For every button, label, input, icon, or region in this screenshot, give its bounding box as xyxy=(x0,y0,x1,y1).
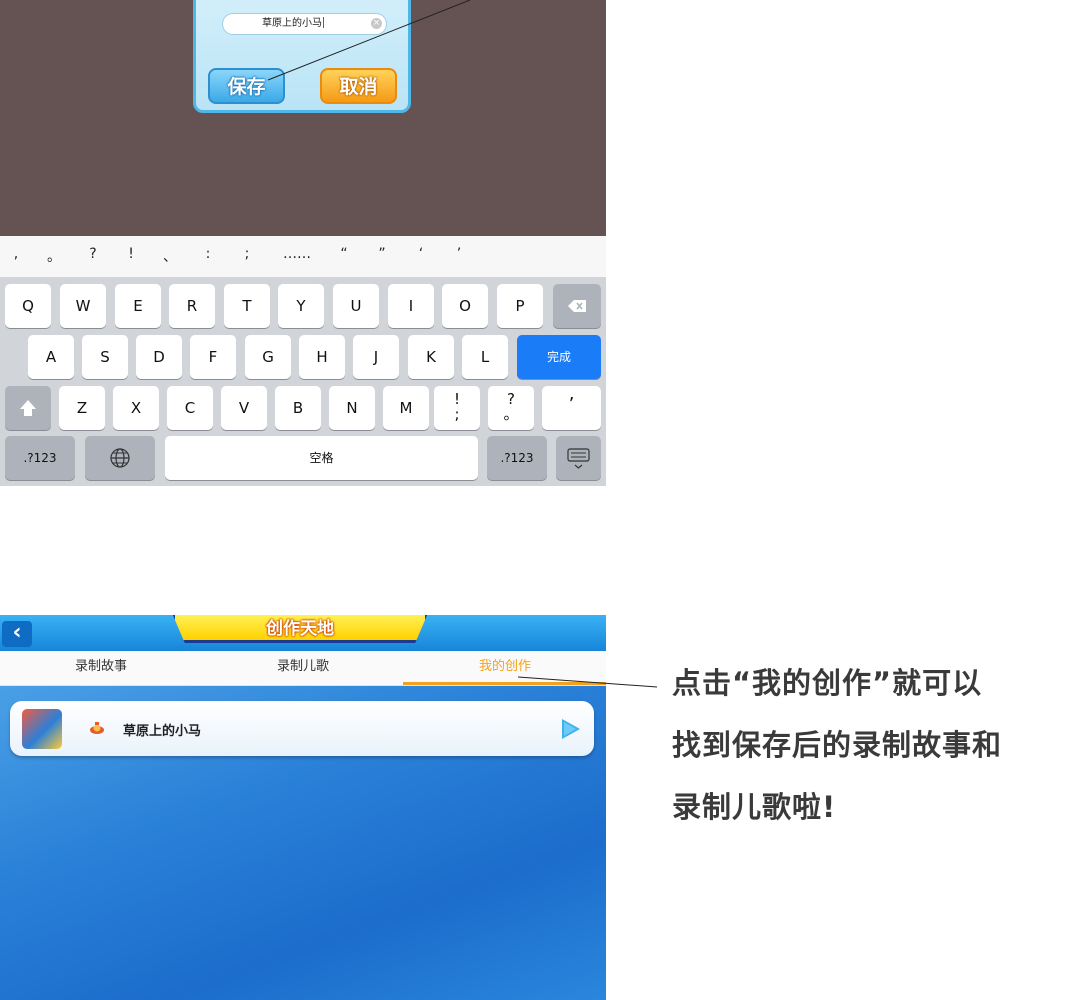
punctuation-bar: , 。 ? ! 、 : ; …… “ ” ‘ ’ xyxy=(0,236,606,277)
story-thumbnail xyxy=(22,709,62,749)
key-t[interactable]: T xyxy=(224,284,270,328)
backspace-key[interactable] xyxy=(553,284,601,328)
key-z[interactable]: Z xyxy=(59,386,105,430)
key-l[interactable]: L xyxy=(462,335,508,379)
punct-key[interactable]: , xyxy=(6,246,26,262)
caption-line-2: 找到保存后的录制故事和 xyxy=(672,728,1003,762)
key-question-period[interactable]: ? 。 xyxy=(488,386,534,430)
punct-key[interactable]: …… xyxy=(280,246,314,262)
key-i[interactable]: I xyxy=(388,284,434,328)
key-b[interactable]: B xyxy=(275,386,321,430)
globe-icon xyxy=(110,448,130,468)
list-item[interactable]: 草原上的小马 xyxy=(10,701,594,756)
key-p[interactable]: P xyxy=(497,284,543,328)
done-key[interactable]: 完成 xyxy=(517,335,601,379)
punct-key[interactable]: ? xyxy=(83,246,103,262)
list-item-title: 草原上的小马 xyxy=(123,724,202,739)
caption-line-3: 录制儿歌啦! xyxy=(672,790,837,824)
key-d[interactable]: D xyxy=(136,335,182,379)
punct-key[interactable]: ‘ xyxy=(411,246,431,262)
key-f[interactable]: F xyxy=(190,335,236,379)
key-o[interactable]: O xyxy=(442,284,488,328)
key-x[interactable]: X xyxy=(113,386,159,430)
shift-key[interactable] xyxy=(5,386,51,430)
hide-keyboard-key[interactable] xyxy=(556,436,601,480)
key-apostrophe[interactable]: ’ xyxy=(542,386,601,430)
hide-keyboard-icon xyxy=(567,448,590,469)
punct-key[interactable]: “ xyxy=(334,246,354,262)
key-y[interactable]: Y xyxy=(278,284,324,328)
punct-key[interactable]: 。 xyxy=(44,246,64,266)
punct-key[interactable]: ; xyxy=(237,246,257,262)
key-c[interactable]: C xyxy=(167,386,213,430)
key-g[interactable]: G xyxy=(245,335,291,379)
numbers-key[interactable]: .?123 xyxy=(5,436,75,480)
punct-key[interactable]: : xyxy=(198,246,218,262)
annotation-line-save xyxy=(267,0,471,81)
key-u[interactable]: U xyxy=(333,284,379,328)
play-icon[interactable] xyxy=(558,717,582,741)
key-q[interactable]: Q xyxy=(5,284,51,328)
key-exclaim-semicolon[interactable]: ! ; xyxy=(434,386,480,430)
key-e[interactable]: E xyxy=(115,284,161,328)
punct-key[interactable]: ’ xyxy=(449,246,469,262)
back-button[interactable]: ‹ xyxy=(2,621,32,647)
key-w[interactable]: W xyxy=(60,284,106,328)
key-r[interactable]: R xyxy=(169,284,215,328)
key-s[interactable]: S xyxy=(82,335,128,379)
punct-key[interactable]: 、 xyxy=(160,246,180,266)
page-title: 创作天地 xyxy=(266,619,334,639)
punct-key[interactable]: ” xyxy=(372,246,392,262)
shift-icon xyxy=(20,400,36,416)
key-n[interactable]: N xyxy=(329,386,375,430)
punct-key[interactable]: ! xyxy=(121,246,141,262)
space-key[interactable]: 空格 xyxy=(165,436,478,480)
key-v[interactable]: V xyxy=(221,386,267,430)
creations-list: 草原上的小马 xyxy=(0,686,606,1000)
key-k[interactable]: K xyxy=(408,335,454,379)
backspace-icon xyxy=(568,300,586,312)
chevron-left-icon: ‹ xyxy=(12,620,22,645)
caption-line-1: 点击“我的创作”就可以 xyxy=(672,666,983,700)
key-m[interactable]: M xyxy=(383,386,429,430)
keyboard: Q W E R T Y U I O P A S D F G H J K L 完成 xyxy=(0,277,606,486)
globe-key[interactable] xyxy=(85,436,155,480)
key-j[interactable]: J xyxy=(353,335,399,379)
robot-badge-icon xyxy=(90,722,104,734)
key-h[interactable]: H xyxy=(299,335,345,379)
numbers-key-right[interactable]: .?123 xyxy=(487,436,547,480)
key-a[interactable]: A xyxy=(28,335,74,379)
